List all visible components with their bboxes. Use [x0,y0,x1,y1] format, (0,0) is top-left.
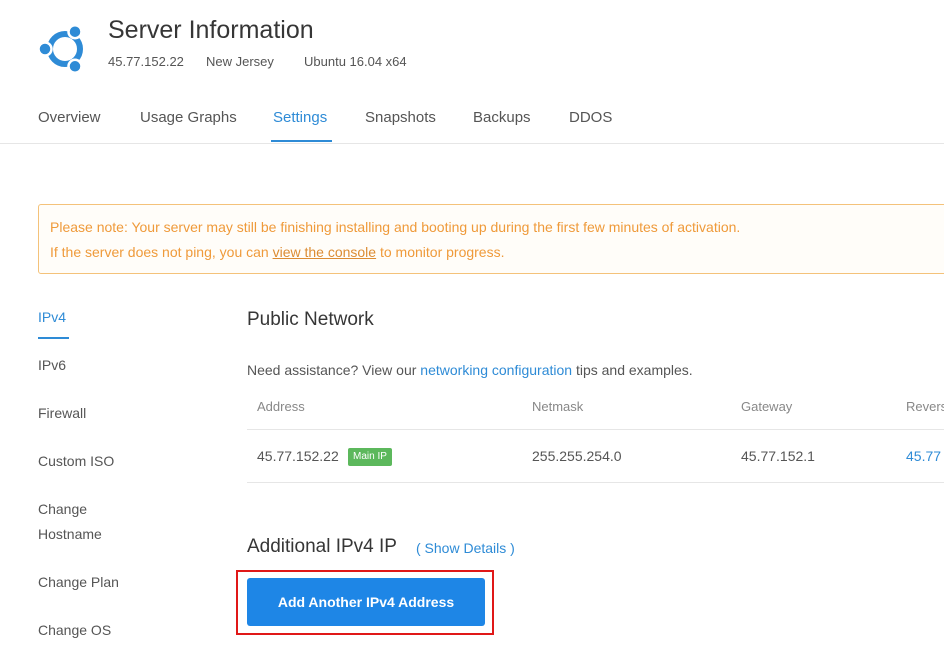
additional-ipv4-heading: Additional IPv4 IP [247,536,397,557]
tab-snapshots[interactable]: Snapshots [365,109,436,126]
table-divider [247,429,944,430]
activation-notice: Please note: Your server may still be fi… [38,204,944,274]
reverse-dns-link[interactable]: 45.77 [906,448,941,464]
netmask-cell: 255.255.254.0 [532,448,622,464]
active-sidebar-indicator [38,337,69,339]
sidebar-item-ipv4[interactable]: IPv4 [38,305,66,330]
assist-before: Need assistance? View our [247,362,421,378]
view-console-link[interactable]: view the console [273,244,377,260]
notice-line-1: Please note: Your server may still be fi… [50,219,741,235]
tab-overview[interactable]: Overview [38,109,101,126]
server-location: New Jersey [206,54,274,69]
sidebar-item-change-os[interactable]: Change OS [38,618,111,643]
tab-settings[interactable]: Settings [273,109,327,126]
table-divider [247,482,944,483]
column-header-reverse-dns: Reverse DNS [906,399,944,414]
notice-text-after: to monitor progress. [376,244,505,260]
server-os: Ubuntu 16.04 x64 [304,54,407,69]
sidebar-item-firewall[interactable]: Firewall [38,401,86,426]
active-tab-indicator [271,140,332,142]
ubuntu-logo-icon [37,22,92,76]
column-header-gateway: Gateway [741,399,793,414]
sidebar-item-change-plan[interactable]: Change Plan [38,570,119,595]
column-header-address: Address [257,399,305,414]
tabs-divider [0,143,944,144]
sidebar-item-custom-iso[interactable]: Custom ISO [38,449,114,474]
assistance-text: Need assistance? View our networking con… [247,362,693,378]
server-ip: 45.77.152.22 [108,54,184,69]
address-cell: 45.77.152.22 [257,448,339,464]
notice-text-before: If the server does not ping, you can [50,244,273,260]
tab-backups[interactable]: Backups [473,109,531,126]
show-details-link[interactable]: ( Show Details ) [416,540,515,556]
networking-configuration-link[interactable]: networking configuration [420,362,572,378]
assist-after: tips and examples. [572,362,693,378]
page-title: Server Information [108,16,314,44]
main-ip-badge: Main IP [348,448,392,466]
notice-line-2: If the server does not ping, you can vie… [50,244,504,260]
add-ipv4-address-button[interactable]: Add Another IPv4 Address [247,578,485,626]
gateway-cell: 45.77.152.1 [741,448,815,464]
sidebar-item-change-hostname[interactable]: Change Hostname [38,497,118,547]
public-network-heading: Public Network [247,309,374,330]
tab-ddos[interactable]: DDOS [569,109,612,126]
tab-usage-graphs[interactable]: Usage Graphs [140,109,237,126]
column-header-netmask: Netmask [532,399,584,414]
sidebar-item-ipv6[interactable]: IPv6 [38,353,66,378]
